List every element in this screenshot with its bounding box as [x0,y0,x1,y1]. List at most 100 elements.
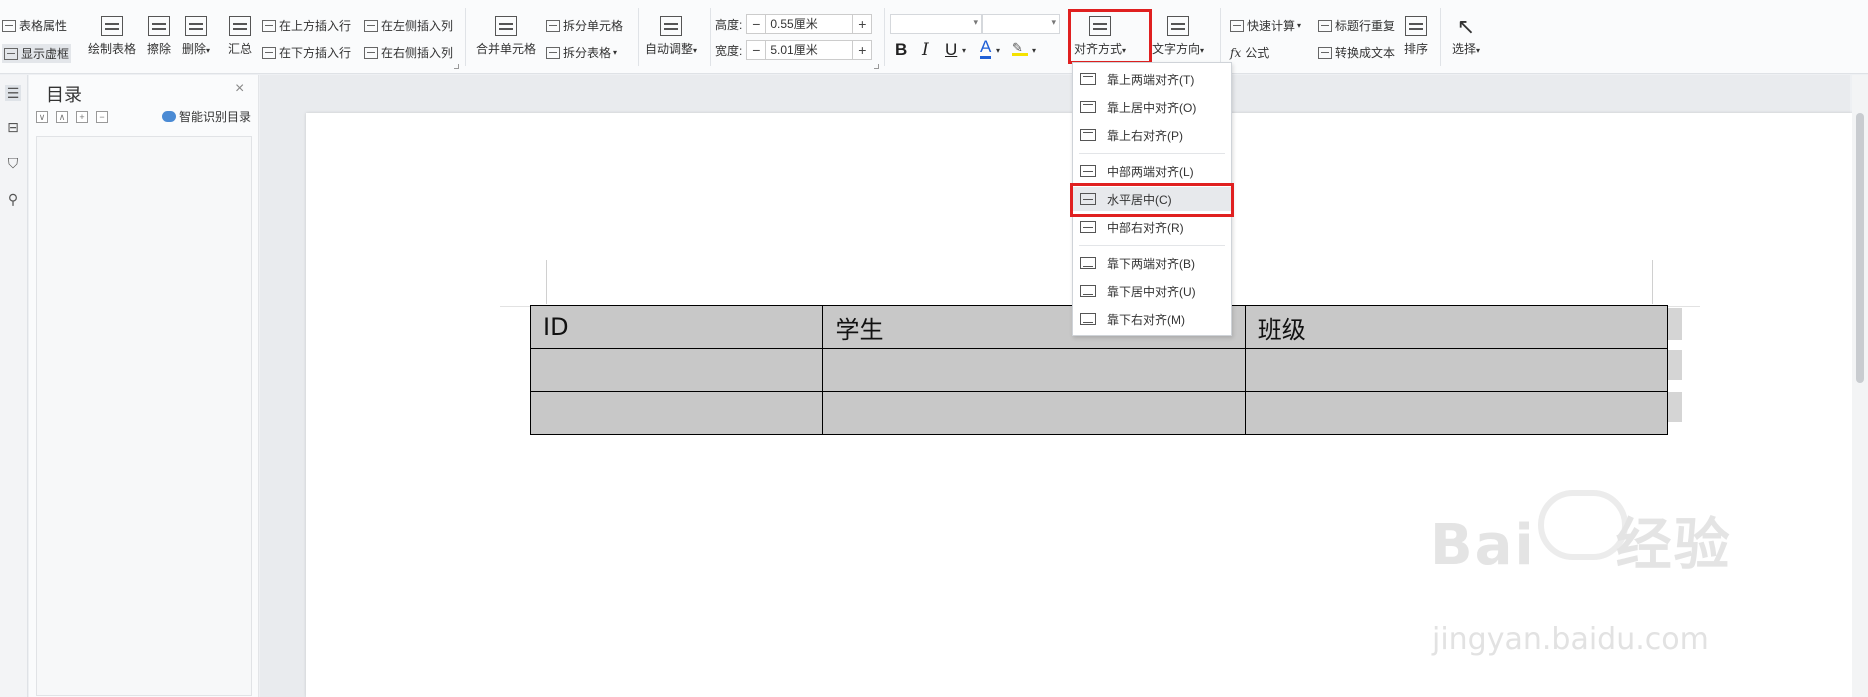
align-bottom-center-icon [1080,285,1096,297]
chevron-down-icon: ▾ [613,48,618,57]
toc-title: 目录 [46,85,82,105]
toc-panel: 目录 × ∨ ∧ + − 智能识别目录 [29,75,259,697]
width-label: 宽度: [715,43,743,58]
align-middle-right-icon [1080,221,1096,233]
chevron-down-icon[interactable]: ▾ [962,46,966,55]
table-row [529,391,1669,435]
highlight-icon[interactable]: ✎ [1012,40,1028,56]
row-resize-handle[interactable] [1668,350,1682,380]
formula-icon: fx [1230,45,1242,60]
row-resize-handle[interactable] [1668,392,1682,422]
insert-row-above-button[interactable]: 在上方插入行 [262,17,351,34]
italic-button[interactable]: I [922,40,929,60]
table-cell[interactable] [529,348,824,392]
split-cells-button[interactable]: 拆分单元格 [546,17,623,34]
height-label: 高度: [715,17,743,32]
table-cell[interactable]: 班级 [1244,305,1669,349]
menu-item-bottom-justify[interactable]: 靠下两端对齐(B) [1073,251,1231,275]
split-table-icon [546,46,560,59]
erase-button[interactable]: 擦除 [147,16,171,57]
insert-column-right-button[interactable]: 在右侧插入列 [364,44,453,61]
convert-to-text-button[interactable]: 转换成文本 [1318,44,1395,61]
dialog-launcher-icon[interactable] [874,64,879,69]
insert-row-below-button[interactable]: 在下方插入行 [262,44,351,61]
dialog-launcher-icon[interactable] [454,64,459,69]
font-color-button[interactable]: A [980,38,992,59]
table-properties-button[interactable]: 表格属性 [2,17,67,34]
height-increase-button[interactable]: + [852,14,873,34]
height-input[interactable]: 0.55厘米 [766,14,853,34]
margin-marker [1652,260,1653,304]
row-height-stepper: 高度: − 0.55厘米 + [715,14,873,34]
menu-item-bottom-center[interactable]: 靠下居中对齐(U) [1073,279,1231,303]
navigation-tree-icon[interactable]: ⊟ [5,119,21,135]
ai-toc-button[interactable]: 智能识别目录 [162,108,251,125]
bold-button[interactable]: B [895,40,907,60]
close-icon[interactable]: × [235,80,244,98]
quick-calc-button[interactable]: 快速计算 ▾ [1230,17,1301,34]
table-cell[interactable] [822,391,1246,435]
insert-row-above-icon [262,19,276,32]
table-cell[interactable] [1244,348,1669,392]
insert-column-left-button[interactable]: 在左侧插入列 [364,17,453,34]
delete-button[interactable]: 删除▾ [182,16,210,57]
chevron-down-icon: ▾ [1476,46,1481,55]
sort-button[interactable]: 排序 [1404,16,1428,57]
collapse-icon[interactable]: ∨ [36,111,48,123]
chevron-down-icon[interactable]: ▾ [996,46,1000,55]
gridlines-icon [4,47,18,60]
merge-cells-icon [495,16,517,36]
text-direction-button[interactable]: 文字方向▾ [1152,16,1204,57]
menu-item-top-center[interactable]: 靠上居中对齐(O) [1073,95,1231,119]
bookmark-icon[interactable]: ⛉ [5,155,21,171]
draw-table-button[interactable]: 绘制表格 [88,16,136,57]
table-cell[interactable]: ID [529,305,824,349]
menu-item-top-justify[interactable]: 靠上两端对齐(T) [1073,67,1231,91]
expand-icon[interactable]: ∧ [56,111,68,123]
width-input[interactable]: 5.01厘米 [766,40,853,60]
height-decrease-button[interactable]: − [746,14,767,34]
repeat-header-icon [1318,19,1332,32]
merge-cells-button[interactable]: 合并单元格 [476,16,536,57]
auto-adjust-button[interactable]: 自动调整▾ [645,16,697,57]
cursor-arrow-icon: ↖ [1456,14,1476,39]
show-gridlines-button[interactable]: 显示虚框 [2,44,72,63]
font-size-select[interactable] [982,14,1060,34]
font-name-select[interactable] [890,14,982,34]
divider [710,8,711,66]
underline-button[interactable]: U [945,40,957,60]
row-resize-handle[interactable] [1668,308,1682,340]
width-increase-button[interactable]: + [852,40,873,60]
insert-column-left-icon [364,19,378,32]
divider [884,8,885,66]
menu-item-top-right[interactable]: 靠上右对齐(P) [1073,123,1231,147]
table-cell[interactable] [529,391,824,435]
select-button[interactable]: ↖ 选择▾ [1452,16,1480,57]
table-cell[interactable] [822,348,1246,392]
summary-button[interactable]: 汇总 [228,16,252,57]
insert-row-below-icon [262,46,276,59]
chevron-down-icon[interactable]: ▾ [1032,46,1036,55]
toc-panel-icon[interactable]: ☰ [5,85,21,101]
divider [1220,8,1221,66]
table-cell[interactable] [1244,391,1669,435]
remove-level-icon[interactable]: − [96,111,108,123]
split-table-button[interactable]: 拆分表格 ▾ [546,44,617,61]
repeat-header-button[interactable]: 标题行重复 [1318,17,1395,34]
menu-item-bottom-right[interactable]: 靠下右对齐(M) [1073,307,1231,331]
ai-icon [162,111,176,122]
formula-button[interactable]: fx 公式 [1230,44,1269,61]
scrollbar-thumb[interactable] [1856,113,1864,383]
sort-icon [1405,16,1427,36]
search-icon[interactable]: ⚲ [5,191,21,207]
convert-text-icon [1318,46,1332,59]
add-level-icon[interactable]: + [76,111,88,123]
watermark-url: jingyan.baidu.com [1432,622,1709,657]
menu-item-middle-justify[interactable]: 中部两端对齐(L) [1073,159,1231,183]
chevron-down-icon: ▾ [1297,21,1302,30]
highlight-frame [1070,183,1234,217]
width-decrease-button[interactable]: − [746,40,767,60]
vertical-scrollbar[interactable] [1852,75,1868,697]
menu-item-middle-right[interactable]: 中部右对齐(R) [1073,215,1231,239]
left-nav-strip: ☰ ⊟ ⛉ ⚲ [0,75,28,697]
